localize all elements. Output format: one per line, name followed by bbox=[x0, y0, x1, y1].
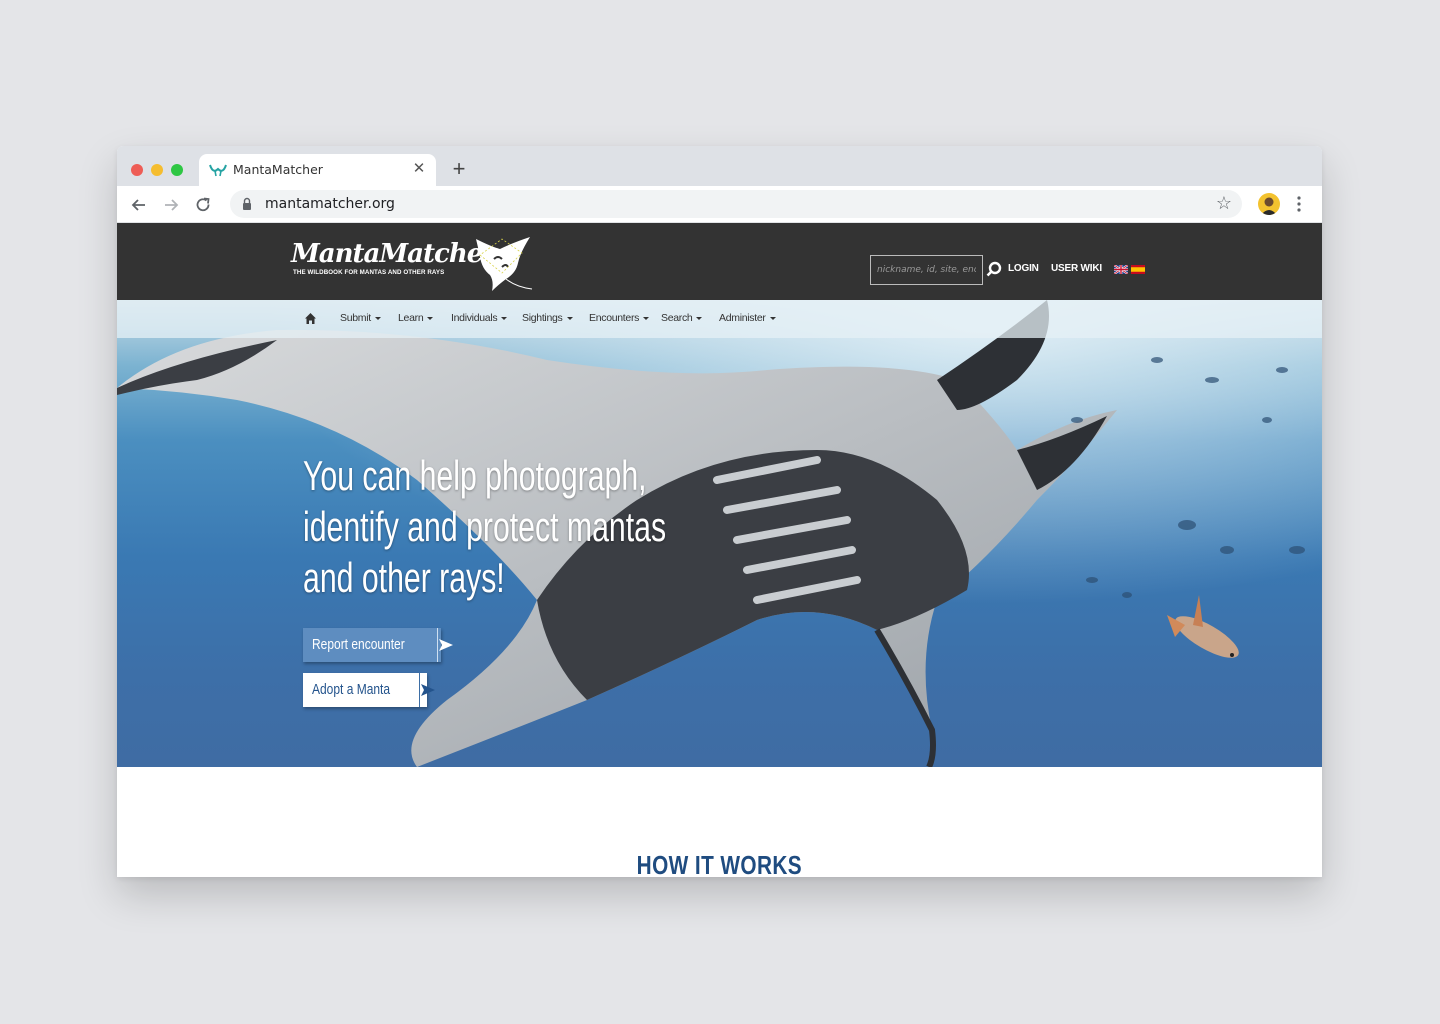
report-encounter-button[interactable]: Report encounter bbox=[303, 628, 453, 662]
main-nav: Submit Learn Individuals Sightings Encou… bbox=[117, 300, 1322, 338]
english-flag-icon[interactable] bbox=[1114, 265, 1128, 274]
tab-title: MantaMatcher bbox=[233, 162, 323, 177]
minimize-window-button[interactable] bbox=[151, 164, 163, 176]
nav-item-individuals-label: Individuals bbox=[451, 312, 498, 324]
nav-item-administer-label: Administer bbox=[719, 312, 766, 324]
user-wiki-link[interactable]: USER WIKI bbox=[1051, 263, 1102, 274]
bookmark-star-icon[interactable]: ☆ bbox=[1216, 193, 1232, 214]
hero-section: Submit Learn Individuals Sightings Encou… bbox=[117, 300, 1322, 767]
adopt-manta-label: Adopt a Manta bbox=[312, 681, 391, 698]
lock-icon bbox=[243, 197, 251, 210]
manta-favicon-icon bbox=[209, 164, 227, 177]
hero-headline-line-1: You can help photograph, bbox=[303, 452, 647, 499]
profile-avatar[interactable] bbox=[1258, 193, 1280, 215]
browser-tab[interactable]: MantaMatcher ✕ bbox=[199, 154, 436, 186]
nav-item-learn[interactable]: Learn bbox=[398, 312, 434, 324]
caret-down-icon bbox=[696, 316, 703, 320]
url-text: mantamatcher.org bbox=[265, 196, 395, 212]
menu-kebab-icon[interactable] bbox=[1293, 194, 1305, 214]
address-bar[interactable]: mantamatcher.org ☆ bbox=[230, 190, 1242, 218]
caret-down-icon bbox=[501, 316, 508, 320]
nav-item-sightings[interactable]: Sightings bbox=[522, 312, 573, 324]
login-link[interactable]: LOGIN bbox=[1008, 263, 1039, 274]
caret-down-icon bbox=[374, 316, 381, 320]
browser-window: MantaMatcher ✕ + mantamatcher.org ☆ Mant… bbox=[117, 146, 1322, 877]
nav-item-encounters-label: Encounters bbox=[589, 312, 640, 324]
spanish-flag-icon[interactable] bbox=[1131, 265, 1145, 274]
nav-item-learn-label: Learn bbox=[398, 312, 424, 324]
nav-item-submit-label: Submit bbox=[340, 312, 371, 324]
tab-close-icon[interactable]: ✕ bbox=[410, 159, 428, 177]
adopt-manta-button[interactable]: Adopt a Manta bbox=[303, 673, 435, 707]
nav-item-submit[interactable]: Submit bbox=[340, 312, 381, 324]
nav-item-search-label: Search bbox=[661, 312, 693, 324]
maximize-window-button[interactable] bbox=[171, 164, 183, 176]
caret-down-icon bbox=[566, 316, 573, 320]
new-tab-button[interactable]: + bbox=[449, 156, 469, 182]
logo-subtitle: THE WILDBOOK FOR MANTAS AND OTHER RAYS bbox=[293, 269, 445, 276]
caret-down-icon bbox=[427, 316, 434, 320]
nav-item-sightings-label: Sightings bbox=[522, 312, 563, 324]
reload-icon[interactable] bbox=[190, 192, 216, 218]
tab-bar: MantaMatcher ✕ + bbox=[117, 146, 1322, 186]
back-icon[interactable] bbox=[126, 192, 152, 218]
nav-item-administer[interactable]: Administer bbox=[719, 312, 776, 324]
close-window-button[interactable] bbox=[131, 164, 143, 176]
forward-icon[interactable] bbox=[158, 192, 184, 218]
site-header: MantaMatcher THE WILDBOOK FOR MANTAS AND… bbox=[117, 223, 1322, 300]
caret-down-icon bbox=[769, 316, 776, 320]
how-it-works-text: HOW IT WORKS bbox=[636, 850, 803, 877]
hero-headline: You can help photograph, identify and pr… bbox=[303, 450, 666, 603]
how-it-works-heading: HOW IT WORKS bbox=[117, 850, 1322, 877]
hero-headline-line-2: identify and protect mantas bbox=[303, 503, 667, 550]
nav-item-encounters[interactable]: Encounters bbox=[589, 312, 650, 324]
nav-item-search[interactable]: Search bbox=[661, 312, 703, 324]
home-icon[interactable] bbox=[304, 312, 317, 325]
hero-headline-line-3: and other rays! bbox=[303, 554, 505, 601]
arrow-right-icon bbox=[436, 628, 454, 662]
site-logo[interactable]: MantaMatcher bbox=[291, 239, 496, 269]
search-input[interactable] bbox=[870, 255, 983, 285]
report-encounter-label: Report encounter bbox=[312, 636, 405, 653]
arrow-right-icon bbox=[418, 673, 436, 707]
manta-logo-icon bbox=[476, 237, 533, 291]
manta-ray-photo bbox=[117, 300, 1322, 767]
caret-down-icon bbox=[643, 316, 650, 320]
search-icon[interactable] bbox=[986, 261, 1002, 277]
browser-toolbar: mantamatcher.org ☆ bbox=[117, 186, 1322, 223]
nav-item-individuals[interactable]: Individuals bbox=[451, 312, 508, 324]
